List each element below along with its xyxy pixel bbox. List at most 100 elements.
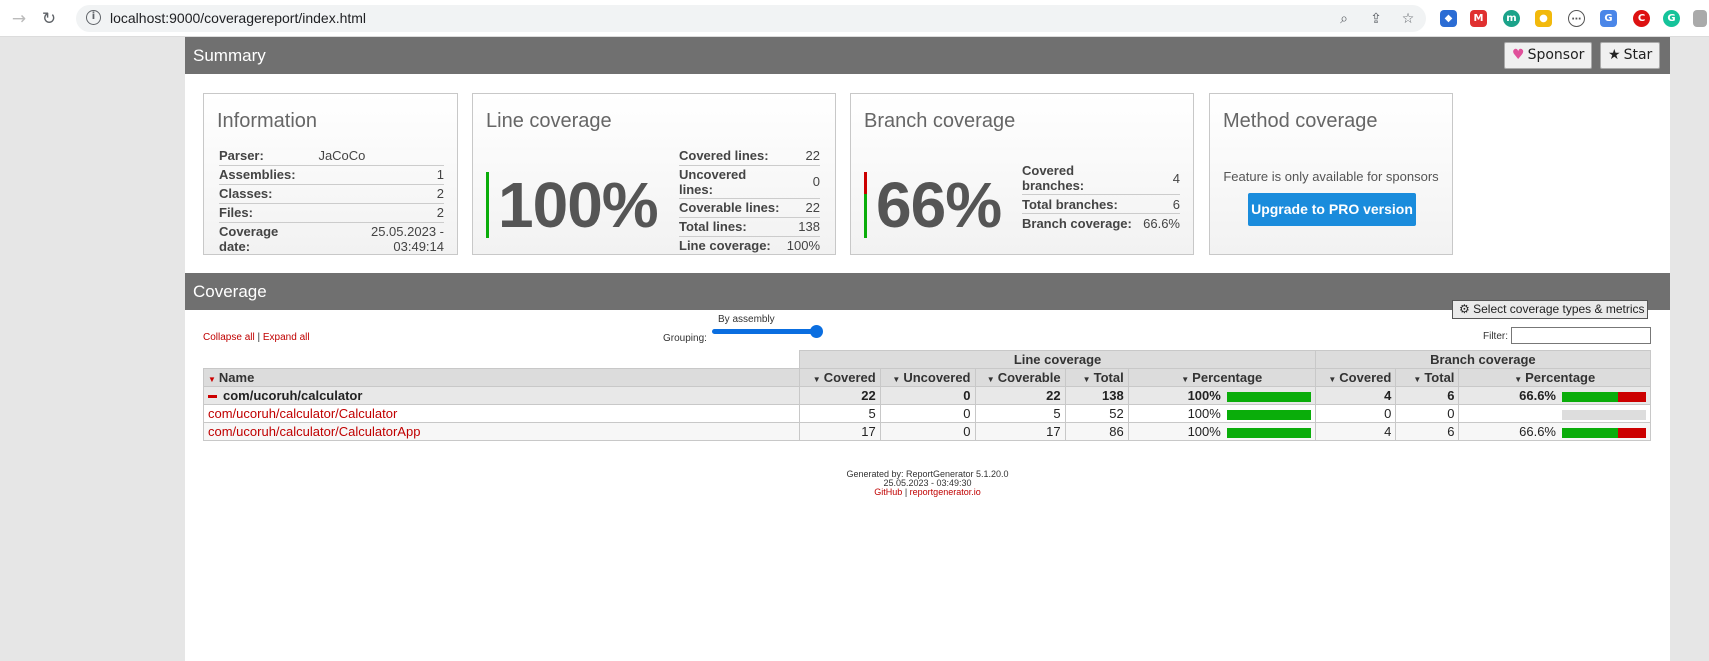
sort-desc-icon: ▼ bbox=[208, 375, 216, 384]
row-name-cell[interactable]: com/ucoruh/calculator/CalculatorApp bbox=[202, 422, 801, 441]
extension-icon[interactable]: ● bbox=[1535, 10, 1552, 27]
line-value: 0 bbox=[780, 165, 820, 199]
branch-value: 6 bbox=[1137, 194, 1180, 214]
line-label: Coverable lines: bbox=[679, 198, 781, 218]
collapse-all-link[interactable]: Collapse all bbox=[203, 332, 255, 343]
info-value: 1 bbox=[312, 165, 444, 185]
line-coverage-group-header: Line coverage bbox=[799, 350, 1316, 369]
address-bar[interactable]: i localhost:9000/coveragereport/index.ht… bbox=[76, 5, 1426, 32]
information-title: Information bbox=[217, 110, 318, 132]
github-link[interactable]: GitHub bbox=[874, 487, 902, 497]
branch-row: Total branches: 6 bbox=[1022, 194, 1180, 214]
sponsor-label: Sponsor bbox=[1527, 47, 1585, 63]
bookmark-star-icon[interactable]: ☆ bbox=[1398, 9, 1418, 29]
summary-title: Summary bbox=[193, 46, 266, 65]
reportgenerator-link[interactable]: reportgenerator.io bbox=[910, 487, 981, 497]
coverage-table: Line coverage Branch coverage ▼ Name ▼ Cov… bbox=[202, 350, 1652, 441]
info-value: 2 bbox=[312, 203, 444, 223]
total-column-header[interactable]: ▼ Total bbox=[1064, 368, 1129, 387]
extension-icon[interactable]: ◆ bbox=[1440, 10, 1457, 27]
line-coverage-title: Line coverage bbox=[486, 110, 612, 132]
link-separator: | bbox=[257, 332, 261, 343]
information-table: Parser: JaCoCo Assemblies: 1 Classes: 2 Fil… bbox=[219, 146, 444, 255]
class-row[interactable]: com/ucoruh/calculator/CalculatorApp 17 0 17… bbox=[202, 422, 1651, 441]
grouping-value: By assembly bbox=[718, 314, 775, 325]
coverable-column-header[interactable]: ▼ Coverable bbox=[974, 368, 1066, 387]
zoom-icon[interactable]: ⌕ bbox=[1334, 9, 1354, 29]
bar-covered bbox=[1226, 391, 1311, 402]
sort-icon: ▼ bbox=[1082, 375, 1091, 384]
expand-all-link[interactable]: Expand all bbox=[263, 332, 310, 343]
info-value: 25.05.2023 - 03:49:14 bbox=[370, 223, 444, 254]
blank-header bbox=[203, 350, 801, 369]
branch-covered-cell: 4 bbox=[1314, 422, 1397, 441]
branch-total-cell: 6 bbox=[1395, 386, 1460, 405]
information-card: Information Parser: JaCoCo Assemblies: 1 C… bbox=[203, 93, 458, 255]
covered-cell: 17 bbox=[799, 422, 881, 441]
branch-coverage-percent: 66% bbox=[876, 169, 1002, 241]
upgrade-pro-button[interactable]: Upgrade to PRO version bbox=[1248, 193, 1416, 226]
select-metrics-button[interactable]: ⚙ Select coverage types & metrics bbox=[1452, 300, 1648, 319]
info-value: 2 bbox=[312, 184, 444, 204]
line-percentage-cell: 100% bbox=[1127, 386, 1316, 405]
branch-coverage-card: Branch coverage 66% Covered branches: 4 T… bbox=[850, 93, 1194, 255]
row-name-cell[interactable]: com/ucoruh/calculator bbox=[202, 386, 801, 405]
grouping-slider-thumb[interactable] bbox=[810, 325, 823, 338]
extension-icon[interactable]: m bbox=[1503, 10, 1520, 27]
covered-column-header[interactable]: ▼ Covered bbox=[799, 368, 881, 387]
column-header-row: ▼ Name ▼ Covered ▼ Uncovered ▼ Coverable ▼ To… bbox=[202, 368, 1651, 387]
sort-icon: ▼ bbox=[986, 375, 995, 384]
sponsor-button[interactable]: ♥ Sponsor bbox=[1504, 42, 1593, 69]
sort-icon: ▼ bbox=[1413, 375, 1422, 384]
uncovered-cell: 0 bbox=[879, 422, 976, 441]
grouping-label: Grouping: bbox=[663, 333, 707, 344]
percentage-column-header[interactable]: ▼ Percentage bbox=[1127, 368, 1316, 387]
info-label: Classes: bbox=[219, 184, 313, 204]
star-button[interactable]: ★ Star bbox=[1600, 42, 1661, 69]
collapse-minus-icon[interactable] bbox=[208, 395, 217, 399]
branch-total-column-header[interactable]: ▼ Total bbox=[1395, 368, 1460, 387]
percentage-value: 66.6% bbox=[1519, 424, 1556, 439]
name-column-header[interactable]: ▼ Name bbox=[202, 368, 801, 387]
branch-covered-column-header[interactable]: ▼ Covered bbox=[1314, 368, 1397, 387]
coverage-bar bbox=[1562, 391, 1646, 402]
filter-input[interactable] bbox=[1511, 327, 1651, 344]
class-link[interactable]: com/ucoruh/calculator/CalculatorApp bbox=[208, 424, 420, 439]
name-header-label: Name bbox=[218, 370, 255, 385]
line-value: 100% bbox=[786, 238, 820, 254]
bar-covered bbox=[1226, 409, 1311, 420]
branch-percentage-cell bbox=[1458, 404, 1651, 423]
footer-links: GitHub | reportgenerator.io bbox=[185, 488, 1670, 497]
extension-icon[interactable] bbox=[1693, 10, 1707, 27]
info-label: Parser: bbox=[219, 146, 313, 166]
branch-coverage-table: Covered branches: 4 Total branches: 6 Bran… bbox=[1022, 162, 1180, 233]
branch-percentage-column-header[interactable]: ▼ Percentage bbox=[1458, 368, 1651, 387]
extension-icon[interactable]: M bbox=[1470, 10, 1487, 27]
extension-icon[interactable]: C bbox=[1633, 10, 1650, 27]
line-value: 22 bbox=[780, 146, 820, 166]
bar-covered bbox=[1562, 391, 1618, 402]
back-arrow-icon[interactable]: → bbox=[8, 8, 30, 30]
extension-icon[interactable]: ⋯ bbox=[1568, 10, 1585, 27]
grouping-slider[interactable] bbox=[712, 329, 818, 334]
bar-covered bbox=[1226, 427, 1311, 438]
coverable-header-label: Coverable bbox=[997, 370, 1061, 385]
translate-icon[interactable]: G bbox=[1600, 10, 1617, 27]
percentage-value: 100% bbox=[1187, 424, 1221, 439]
coverage-bar bbox=[1562, 427, 1646, 438]
coverage-bar bbox=[1226, 409, 1311, 420]
share-icon[interactable]: ⇪ bbox=[1366, 9, 1386, 29]
bar-empty bbox=[1562, 409, 1646, 420]
class-row[interactable]: com/ucoruh/calculator/Calculator 5 0 5 52 100… bbox=[202, 404, 1651, 423]
row-name-cell[interactable]: com/ucoruh/calculator/Calculator bbox=[202, 404, 801, 423]
method-coverage-card: Method coverage Feature is only availabl… bbox=[1209, 93, 1453, 255]
grammarly-icon[interactable]: G bbox=[1663, 10, 1680, 27]
covered-cell: 22 bbox=[799, 386, 881, 405]
class-link[interactable]: com/ucoruh/calculator/Calculator bbox=[208, 406, 397, 421]
reload-icon[interactable]: ↻ bbox=[38, 8, 60, 30]
uncovered-column-header[interactable]: ▼ Uncovered bbox=[879, 368, 976, 387]
info-row: Coverage date: 25.05.2023 - 03:49:14 bbox=[219, 222, 444, 255]
coverable-cell: 5 bbox=[974, 404, 1066, 423]
assembly-row[interactable]: com/ucoruh/calculator 22 0 22 138 100% 4 6 66.6% bbox=[202, 386, 1651, 405]
info-icon[interactable]: i bbox=[86, 10, 101, 25]
